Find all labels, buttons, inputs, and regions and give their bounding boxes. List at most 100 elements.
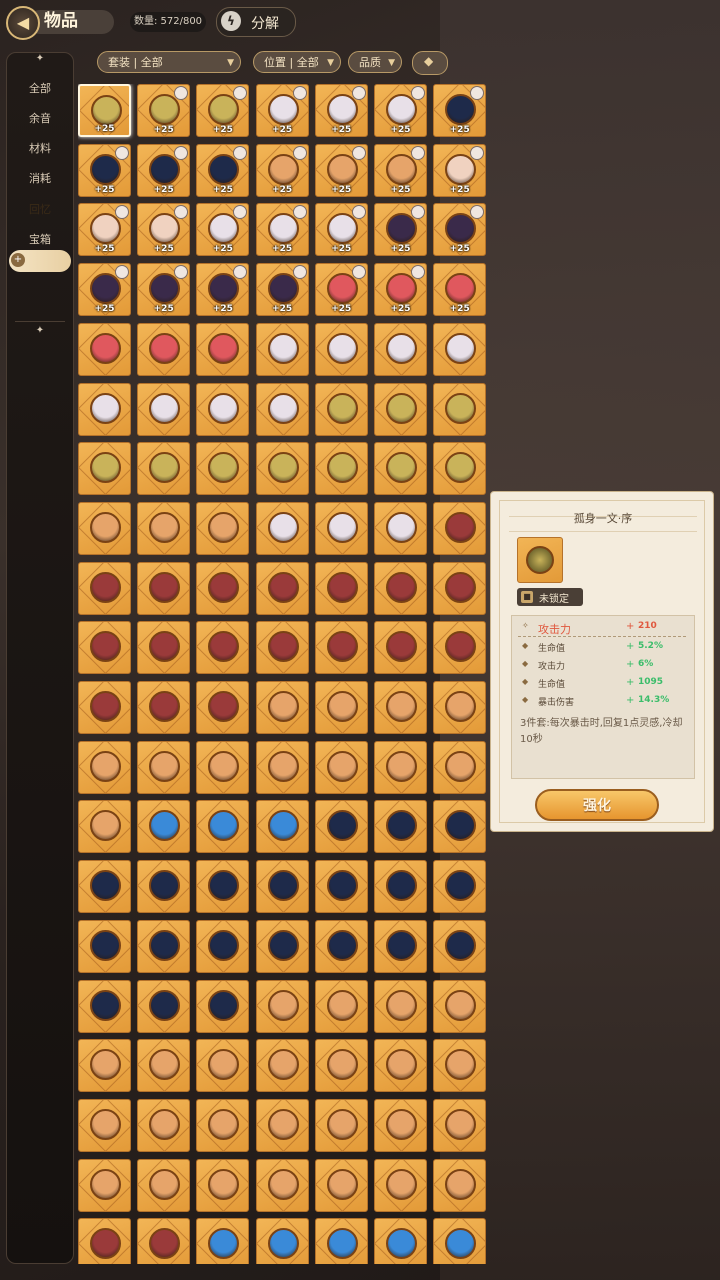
item-card[interactable] [196, 1039, 250, 1093]
item-card[interactable] [433, 501, 487, 555]
sidebar-item-all[interactable]: 全部 [7, 77, 73, 101]
item-card[interactable] [137, 979, 191, 1033]
item-card[interactable] [137, 1098, 191, 1152]
item-card[interactable] [137, 501, 191, 555]
item-card[interactable] [374, 800, 427, 854]
item-card[interactable] [255, 1039, 309, 1093]
item-card[interactable] [433, 1218, 487, 1264]
item-card[interactable]: +25 [78, 263, 131, 317]
decompose-button[interactable]: ϟ 分解 [216, 7, 296, 37]
item-card[interactable]: +25 [196, 84, 250, 137]
item-card[interactable] [78, 621, 131, 675]
item-card[interactable] [255, 681, 309, 734]
item-card[interactable] [137, 800, 191, 854]
item-card[interactable] [137, 919, 191, 973]
item-card[interactable] [374, 501, 427, 555]
item-card[interactable] [196, 1098, 250, 1152]
item-card[interactable] [255, 979, 309, 1033]
item-card[interactable]: +25 [137, 203, 191, 257]
item-card[interactable] [314, 979, 368, 1033]
item-card[interactable] [433, 681, 487, 734]
item-card[interactable] [78, 919, 131, 973]
item-card[interactable] [314, 621, 368, 675]
position-filter-dropdown[interactable]: 位置 | 全部 ▼ [253, 51, 341, 73]
item-card[interactable]: +25 [255, 84, 309, 137]
item-card[interactable] [433, 382, 487, 436]
item-card[interactable] [255, 740, 309, 794]
item-card[interactable] [374, 1158, 427, 1212]
item-card[interactable] [314, 1039, 368, 1093]
item-card[interactable] [314, 322, 368, 376]
sidebar-item-consumables[interactable]: 消耗 [7, 167, 73, 191]
item-card[interactable]: +25 [433, 203, 487, 257]
item-card[interactable] [314, 860, 368, 914]
set-filter-dropdown[interactable]: 套装 | 全部 ▼ [97, 51, 241, 73]
item-card[interactable] [433, 1098, 487, 1152]
sidebar-item-memories[interactable]: 回忆 [7, 198, 73, 222]
item-card[interactable] [433, 1039, 487, 1093]
item-card[interactable] [196, 1158, 250, 1212]
item-card[interactable]: +25 [78, 84, 131, 137]
item-card[interactable] [433, 621, 487, 675]
item-card[interactable] [314, 1218, 368, 1264]
item-card[interactable] [255, 382, 309, 436]
item-card[interactable] [374, 1098, 427, 1152]
item-card[interactable] [374, 382, 427, 436]
item-card[interactable] [196, 979, 250, 1033]
item-card[interactable] [433, 561, 487, 615]
item-card[interactable] [137, 322, 191, 376]
item-card[interactable] [78, 501, 131, 555]
item-card[interactable] [196, 800, 250, 854]
item-card[interactable]: +25 [255, 143, 309, 197]
item-card[interactable] [196, 322, 250, 376]
item-card[interactable] [78, 382, 131, 436]
item-card[interactable] [314, 1098, 368, 1152]
item-card[interactable] [137, 1218, 191, 1264]
item-card[interactable] [433, 1158, 487, 1212]
item-card[interactable]: +25 [196, 263, 250, 317]
item-card[interactable] [255, 1098, 309, 1152]
item-card[interactable] [137, 442, 191, 496]
item-card[interactable]: +25 [314, 263, 368, 317]
item-card[interactable] [314, 681, 368, 734]
back-button[interactable]: ◀ [6, 6, 40, 40]
item-card[interactable] [374, 919, 427, 973]
item-card[interactable]: +25 [374, 203, 427, 257]
sidebar-item-materials[interactable]: 材料 [7, 137, 73, 161]
item-card[interactable] [137, 1158, 191, 1212]
item-card[interactable] [255, 322, 309, 376]
item-card[interactable] [314, 382, 368, 436]
item-card[interactable] [196, 442, 250, 496]
item-card[interactable]: +25 [137, 263, 191, 317]
item-card[interactable] [314, 740, 368, 794]
item-card[interactable] [374, 1039, 427, 1093]
item-card[interactable] [255, 442, 309, 496]
item-card[interactable] [374, 322, 427, 376]
item-card[interactable] [314, 919, 368, 973]
item-card[interactable]: +25 [374, 84, 427, 137]
item-card[interactable] [374, 740, 427, 794]
item-card[interactable] [255, 501, 309, 555]
sort-toggle-button[interactable]: ◆ [412, 51, 448, 75]
item-card[interactable] [374, 442, 427, 496]
item-card[interactable] [374, 1218, 427, 1264]
item-card[interactable] [78, 322, 131, 376]
item-card[interactable] [137, 382, 191, 436]
item-card[interactable] [78, 1158, 131, 1212]
item-card[interactable] [78, 1039, 131, 1093]
item-card[interactable] [78, 561, 131, 615]
item-card[interactable] [255, 621, 309, 675]
item-card[interactable] [137, 561, 191, 615]
item-card[interactable] [78, 740, 131, 794]
item-card[interactable] [374, 561, 427, 615]
item-card[interactable] [255, 1218, 309, 1264]
item-card[interactable] [196, 501, 250, 555]
item-card[interactable] [255, 800, 309, 854]
sidebar-item-chests[interactable]: 宝箱 [7, 228, 73, 252]
item-card[interactable] [433, 800, 487, 854]
item-card[interactable] [196, 1218, 250, 1264]
item-card[interactable] [433, 919, 487, 973]
item-card[interactable] [78, 1218, 131, 1264]
item-card[interactable] [196, 860, 250, 914]
item-card[interactable] [255, 919, 309, 973]
